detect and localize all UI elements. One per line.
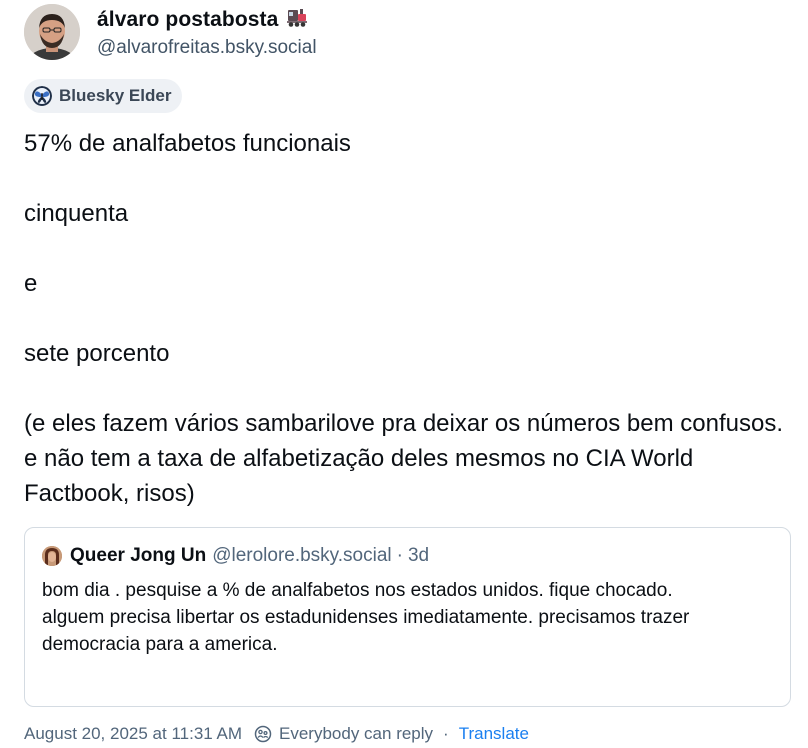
quoted-post-text: bom dia . pesquise a % de analfabetos no… [42, 577, 772, 658]
post-text: 57% de analfabetos funcionais cinquenta … [24, 126, 794, 511]
quoted-author-name[interactable]: Queer Jong Un [70, 545, 206, 567]
post-paragraph: 57% de analfabetos funcionais [24, 130, 351, 157]
author-handle[interactable]: @alvarofreitas.bsky.social [97, 37, 317, 59]
separator-dot: · [443, 724, 449, 743]
quoted-post-line: bom dia . pesquise a % de analfabetos no… [42, 580, 673, 601]
post-paragraph: sete porcento [24, 340, 170, 367]
quoted-author-avatar[interactable] [42, 546, 62, 566]
quoted-post-line: alguem precisa libertar os estadunidense… [42, 607, 690, 655]
reply-setting-label[interactable]: Everybody can reply [279, 724, 433, 744]
post-card: álvaro postabosta @alvarofreitas.bsky.so… [0, 0, 808, 748]
post-meta: August 20, 2025 at 11:31 AM Everybody ca… [24, 724, 529, 744]
post-paragraph: (e eles fazem vários sambarilove pra dei… [24, 410, 783, 507]
post-paragraph: cinquenta [24, 200, 129, 227]
author-name-text: álvaro postabosta [97, 8, 279, 31]
quoted-post[interactable]: Queer Jong Un @lerolore.bsky.social · 3d… [24, 527, 791, 707]
bluesky-elder-badge[interactable]: Bluesky Elder [24, 79, 183, 113]
blue-moth-icon [32, 86, 52, 106]
post-timestamp[interactable]: August 20, 2025 at 11:31 AM [24, 724, 242, 744]
quoted-author-handle[interactable]: @lerolore.bsky.social [212, 545, 391, 567]
separator-dot: · [396, 545, 403, 566]
badge-label: Bluesky Elder [59, 86, 172, 105]
train-emoji-icon [286, 6, 308, 34]
quoted-post-header: Queer Jong Un @lerolore.bsky.social · 3d [42, 545, 429, 567]
translate-link[interactable]: Translate [459, 724, 529, 744]
author-avatar[interactable] [24, 4, 80, 60]
post-paragraph: e [24, 270, 38, 297]
author-display-name[interactable]: álvaro postabosta [97, 6, 308, 34]
quoted-post-time[interactable]: 3d [408, 545, 429, 567]
reply-settings-icon [254, 725, 272, 743]
